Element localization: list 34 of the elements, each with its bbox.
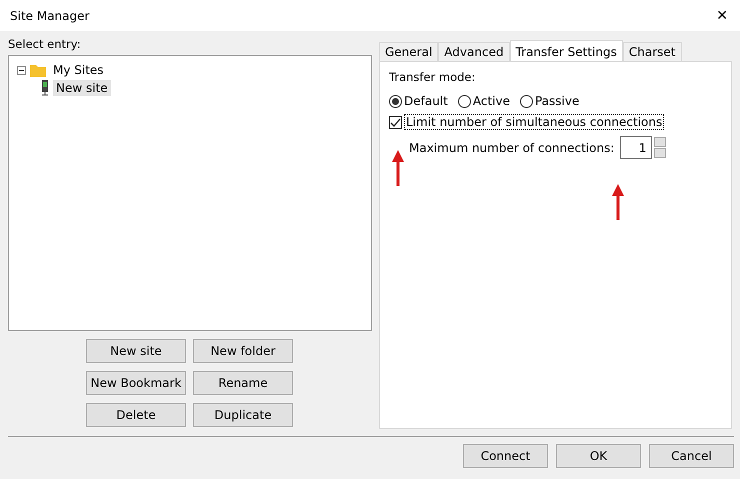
radio-button[interactable] [520,94,533,108]
window-title: Site Manager [10,8,90,23]
arrow-annotation-icon [392,150,404,186]
radio-label: Active [472,94,510,108]
select-entry-label: Select entry: [8,37,82,52]
tree-item[interactable]: New site [53,80,111,96]
tree-item[interactable]: My Sites [50,62,107,78]
radio-button[interactable] [389,94,402,108]
folder-icon [30,64,46,77]
radio-label: Default [404,94,448,108]
close-button[interactable]: ✕ [716,8,730,24]
checkbox[interactable] [389,116,402,129]
tab[interactable]: General [379,42,438,62]
checkbox-label: Limit number of simultaneous connections [404,114,664,130]
server-icon [41,80,49,96]
collapse-toggle-icon[interactable] [17,66,26,75]
dialog-button[interactable]: OK [556,444,641,468]
transfer-mode-label: Transfer mode: [389,70,476,84]
tree-action-button[interactable]: New Bookmark [86,371,186,396]
arrow-annotation-icon [612,184,624,220]
tree-action-button[interactable]: Duplicate [193,403,293,428]
tab[interactable]: Advanced [438,42,510,62]
tree-action-button[interactable]: Delete [86,403,186,428]
radio-button[interactable] [458,94,471,108]
dialog-button[interactable]: Connect [463,444,548,468]
tab[interactable]: Transfer Settings [510,40,623,62]
max-connections-field[interactable]: 1 [620,136,652,160]
radio-label: Passive [534,94,580,108]
dialog-button[interactable]: Cancel [649,444,734,468]
max-connections-label: Maximum number of connections: [409,140,614,155]
tab[interactable]: Charset [622,42,682,62]
tree-action-button[interactable]: New site [86,339,186,364]
tree-action-button[interactable]: Rename [193,371,293,396]
tree-action-button[interactable]: New folder [193,339,293,364]
